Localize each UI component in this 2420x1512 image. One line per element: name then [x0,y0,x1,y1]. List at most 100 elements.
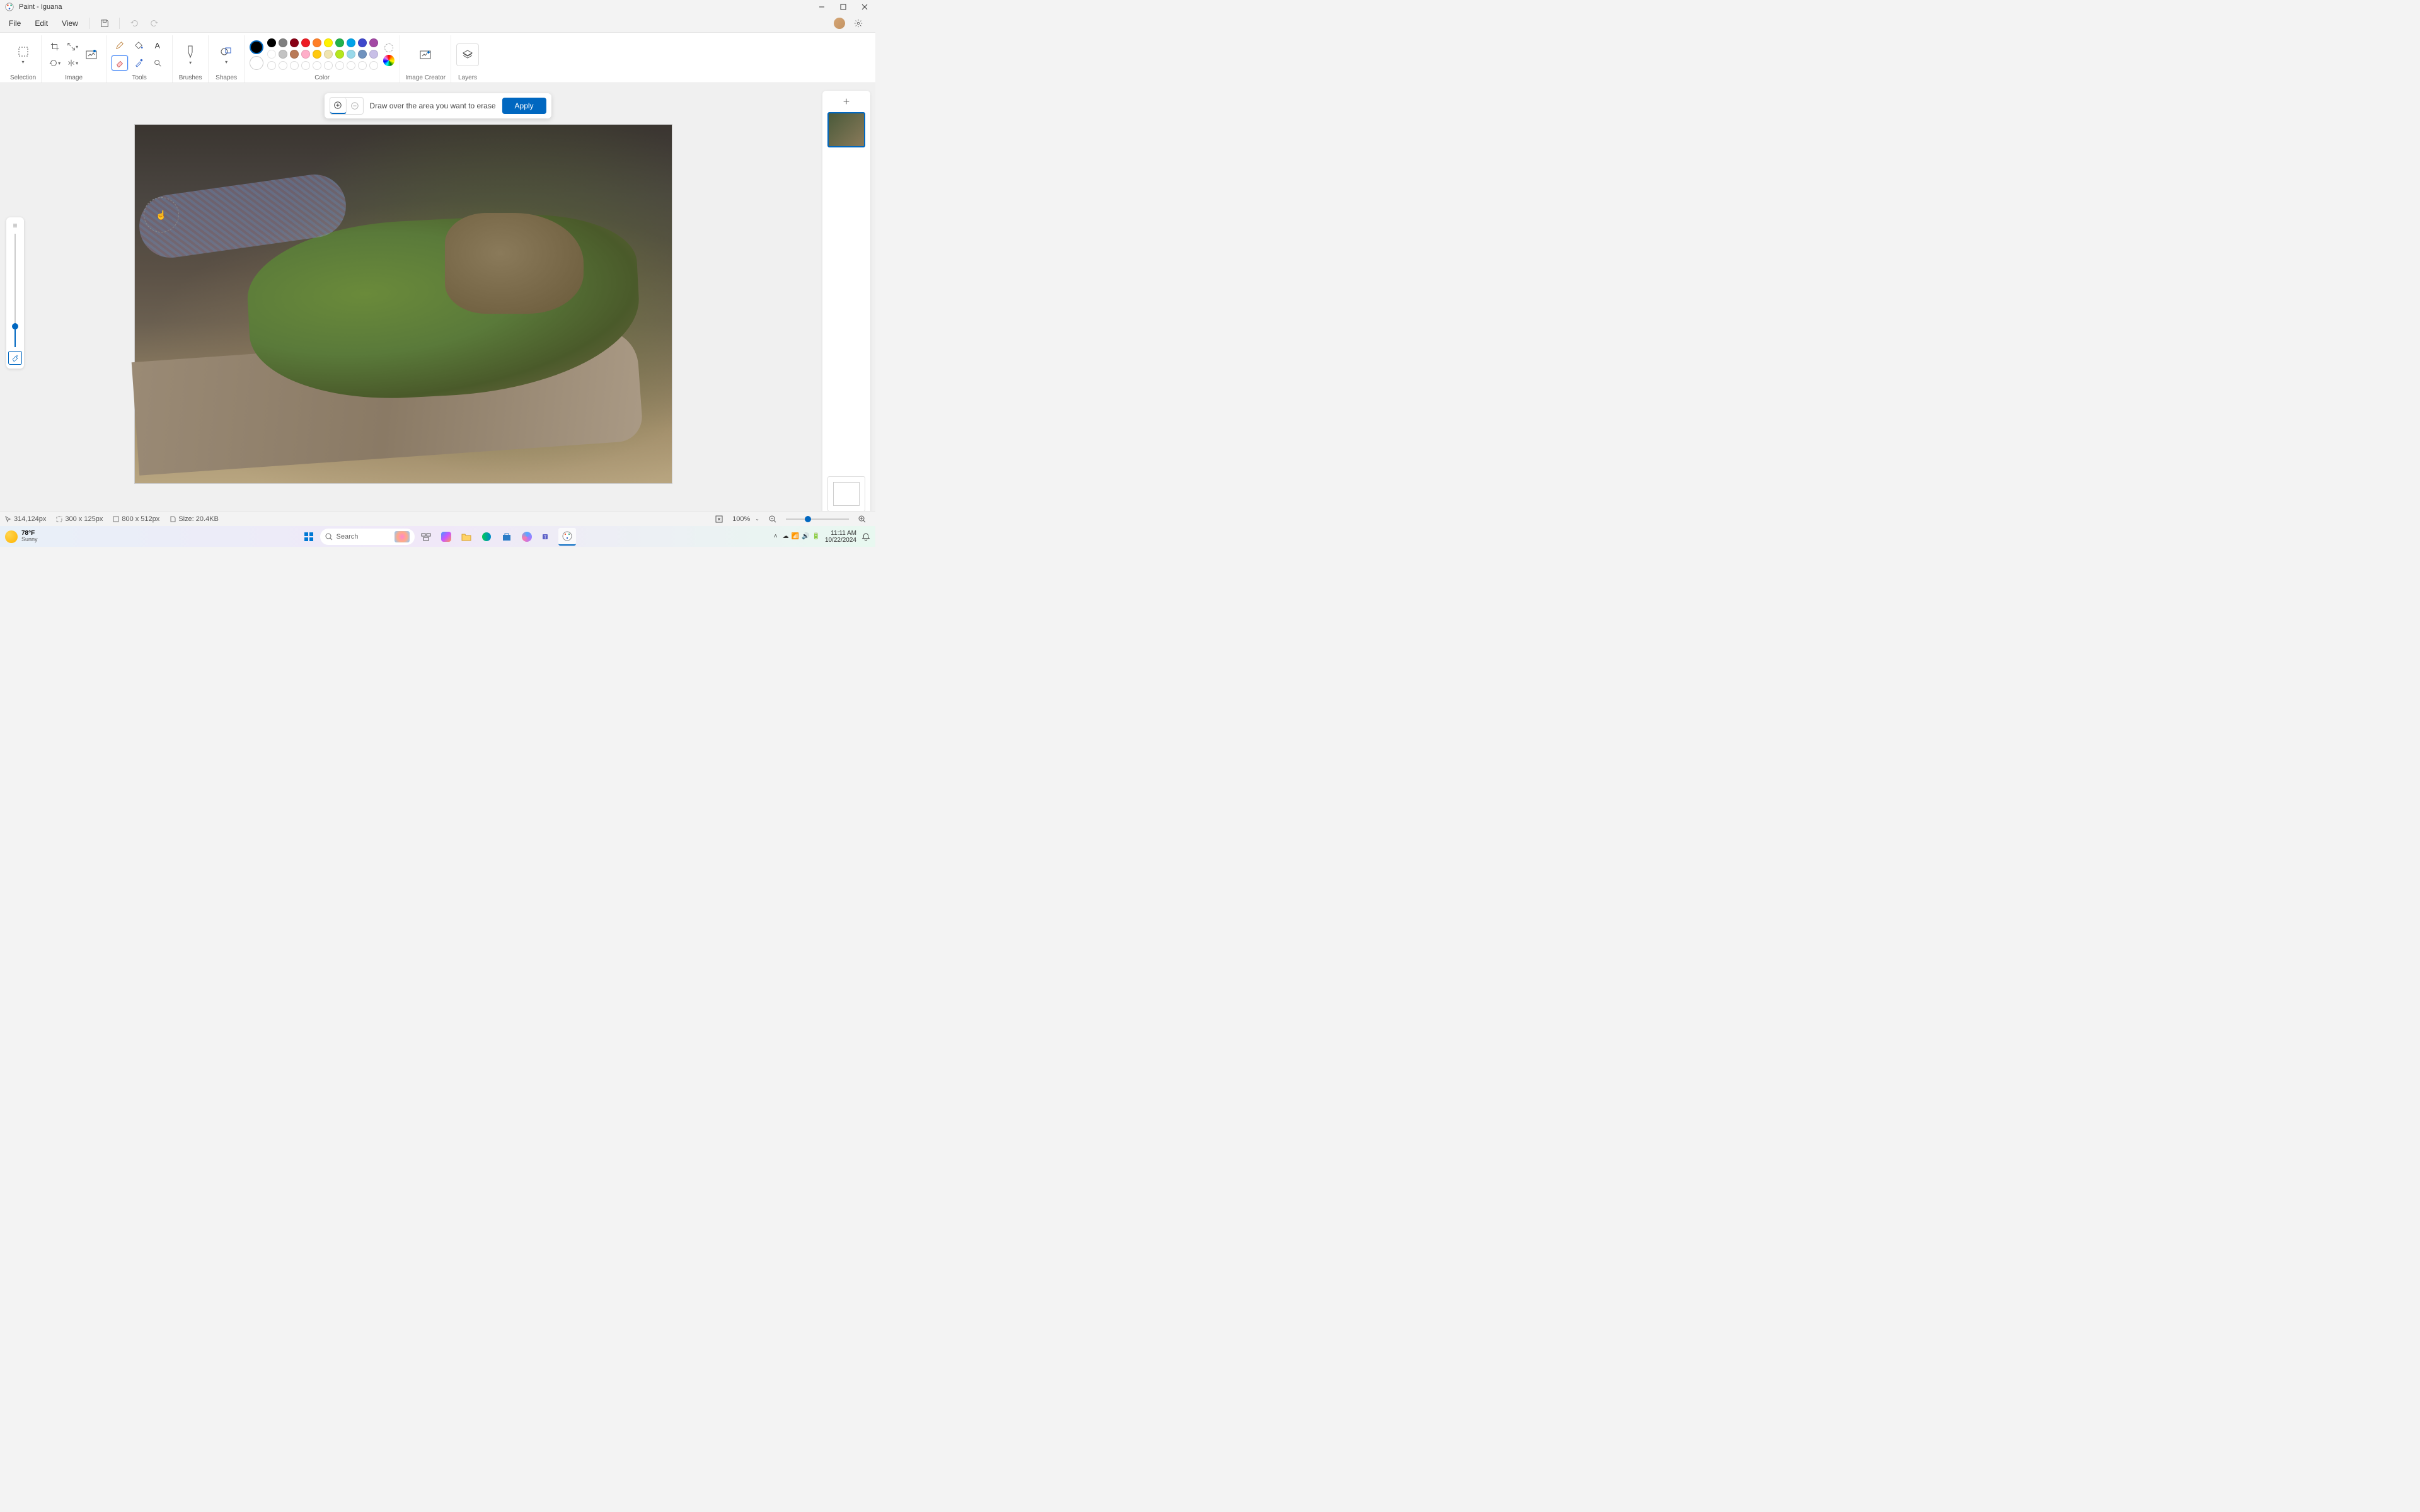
teams-button[interactable]: T [538,528,556,546]
background-layer-thumbnail[interactable] [827,476,865,512]
slider-thumb[interactable] [12,323,18,329]
onedrive-icon[interactable]: ☁ [783,533,789,540]
canvas-size-value: 800 x 512px [122,515,159,523]
zoom-in-button[interactable] [854,512,870,527]
custom-color-slot[interactable] [267,61,276,70]
primary-color[interactable] [250,40,263,54]
flip-button[interactable]: ▾ [64,55,81,71]
wifi-icon[interactable]: 📶 [792,533,799,540]
custom-color-slot[interactable] [313,61,321,70]
color-swatch[interactable] [347,38,355,47]
magnifier-tool[interactable] [149,55,166,71]
edit-colors-button[interactable] [383,55,395,66]
zoom-out-button[interactable] [764,512,781,527]
zoom-dropdown[interactable]: ⌄ [755,516,759,522]
close-button[interactable] [854,0,875,14]
copilot-app-button[interactable] [518,528,536,546]
color-swatch[interactable] [267,38,276,47]
task-view-button[interactable] [417,528,435,546]
resize-button[interactable]: ▾ [64,39,81,54]
system-tray[interactable]: ☁ 📶 🔊 🔋 [783,533,820,540]
pencil-tool[interactable] [112,38,128,53]
color-swatch[interactable] [347,50,355,59]
color-picker-tool[interactable] [130,55,147,71]
custom-color-slot[interactable] [369,61,378,70]
minimize-button[interactable] [811,0,833,14]
color-swatch[interactable] [369,50,378,59]
taskbar-search[interactable]: Search [320,529,415,545]
shapes-dropdown[interactable]: ▾ [214,39,239,71]
zoom-slider-thumb[interactable] [805,516,811,522]
workspace: ☝ [0,83,875,527]
remove-background-button[interactable] [82,39,101,71]
eraser-size-slider[interactable] [14,234,16,347]
eraser-cursor: ☝ [144,197,179,232]
group-label: Layers [458,74,477,83]
settings-button[interactable] [849,15,868,32]
user-avatar[interactable] [834,18,845,29]
color-swatch[interactable] [358,50,367,59]
fit-screen-button[interactable] [711,512,727,527]
zoom-slider[interactable] [786,518,849,520]
copilot-button[interactable] [437,528,455,546]
generative-erase-toggle[interactable] [8,351,22,365]
custom-color-slot[interactable] [358,61,367,70]
color-swatch[interactable] [301,38,310,47]
custom-color-slot[interactable] [347,61,355,70]
rotate-button[interactable]: ▾ [47,55,63,71]
maximize-button[interactable] [833,0,854,14]
custom-color-slot[interactable] [301,61,310,70]
remove-area-button[interactable] [346,98,362,114]
group-label: Color [314,74,330,83]
image-creator-button[interactable] [413,39,438,71]
battery-icon[interactable]: 🔋 [812,533,819,540]
start-button[interactable] [300,528,318,546]
color-swatch[interactable] [335,50,344,59]
eraser-tool[interactable] [112,55,128,71]
taskbar-weather-widget[interactable]: 78°F Sunny [5,530,38,543]
color-swatch[interactable] [290,38,299,47]
layer-1-thumbnail[interactable] [827,112,865,147]
explorer-button[interactable] [458,528,475,546]
color-swatch[interactable] [324,50,333,59]
tray-expand-icon[interactable]: ˄ [774,533,778,540]
menu-file[interactable]: File [3,16,27,30]
text-tool[interactable]: A [149,38,166,53]
custom-color-slot[interactable] [290,61,299,70]
layers-button[interactable] [456,43,479,66]
volume-icon[interactable]: 🔊 [802,533,809,540]
color-swatch[interactable] [290,50,299,59]
edge-button[interactable] [478,528,495,546]
notifications-icon[interactable] [861,532,870,541]
add-area-button[interactable] [330,98,346,114]
color-swatch[interactable] [358,38,367,47]
apply-button[interactable]: Apply [502,98,546,114]
custom-color-slot[interactable] [279,61,287,70]
color-swatch[interactable] [313,50,321,59]
color-swatch[interactable] [369,38,378,47]
secondary-color[interactable] [250,56,263,70]
custom-color-slot[interactable] [335,61,344,70]
save-button[interactable] [95,15,114,32]
color-swatch[interactable] [279,50,287,59]
crop-button[interactable] [47,39,63,54]
selection-tool[interactable]: ▾ [11,39,36,71]
custom-color-slot[interactable] [324,61,333,70]
undo-button[interactable] [125,15,144,32]
brushes-dropdown[interactable]: ▾ [178,39,203,71]
search-icon [325,533,333,541]
color-swatch[interactable] [313,38,321,47]
color-swatch[interactable] [324,38,333,47]
store-button[interactable] [498,528,516,546]
paint-taskbar-button[interactable] [558,528,576,546]
color-swatch[interactable] [335,38,344,47]
color-swatch[interactable] [279,38,287,47]
color-swatch[interactable] [267,50,276,59]
redo-button[interactable] [145,15,164,32]
add-layer-button[interactable] [839,94,853,108]
menu-edit[interactable]: Edit [28,16,54,30]
menu-view[interactable]: View [55,16,84,30]
color-swatch[interactable] [301,50,310,59]
canvas[interactable]: ☝ [135,125,672,483]
fill-tool[interactable] [130,38,147,53]
